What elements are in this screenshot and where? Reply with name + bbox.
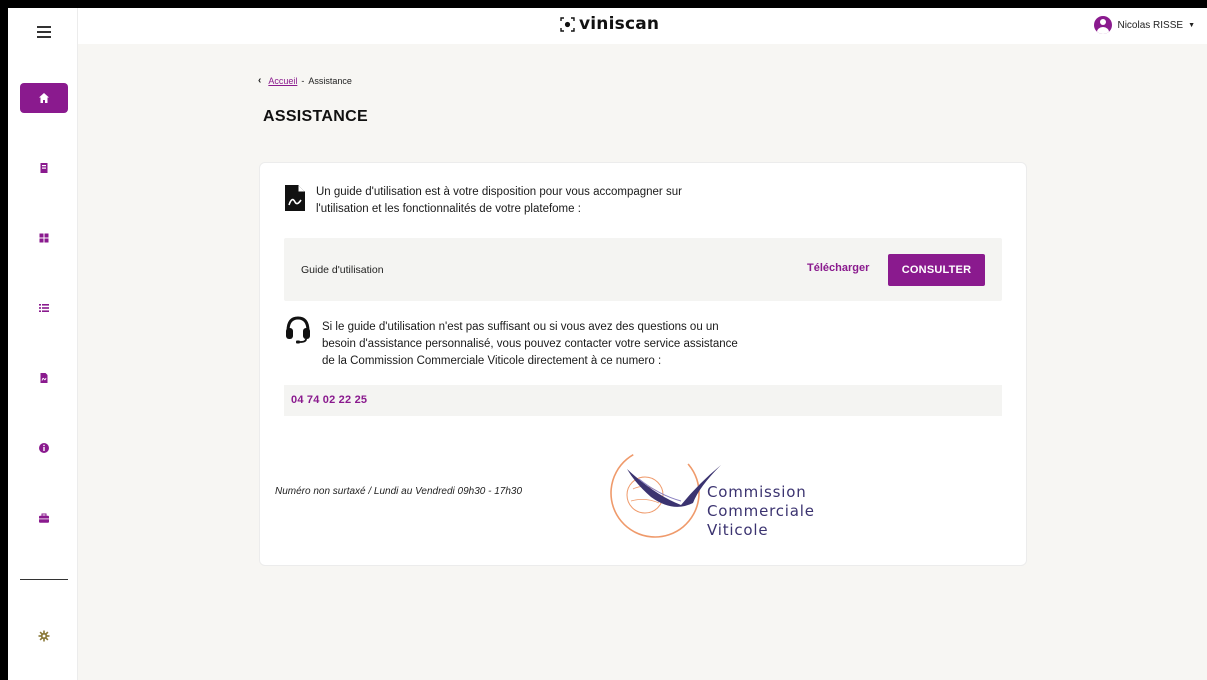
breadcrumb-separator: -	[301, 75, 305, 86]
opening-hours: Numéro non surtaxé / Lundi au Vendredi 0…	[275, 486, 523, 497]
guide-row: Guide d'utilisation Télécharger CONSULTE…	[284, 238, 1002, 301]
assistance-card: Un guide d'utilisation est à votre dispo…	[259, 162, 1027, 566]
guide-label: Guide d'utilisation	[301, 264, 384, 276]
ccv-logo: Commission Commerciale Viticole	[610, 448, 815, 539]
app-frame: viniscan Nicolas RISSE ▼ ‹ Accueil - Ass…	[8, 8, 1207, 680]
sidebar-item-assistance[interactable]	[20, 503, 68, 533]
list-icon	[39, 304, 49, 312]
breadcrumb: ‹ Accueil - Assistance	[258, 75, 352, 86]
brand-name: viniscan	[579, 14, 660, 34]
page-title: ASSISTANCE	[263, 108, 368, 125]
sidebar-divider	[20, 579, 68, 580]
sidebar-item-dashboard[interactable]	[20, 223, 68, 253]
logo-line-1: Commission	[707, 483, 807, 501]
info-icon	[39, 443, 49, 453]
breadcrumb-home-link[interactable]: Accueil	[268, 76, 297, 86]
intro-text: Un guide d'utilisation est à votre dispo…	[316, 184, 786, 218]
help-line-1: Si le guide d'utilisation n'est pas suff…	[322, 321, 719, 333]
sidebar-item-documents[interactable]	[20, 363, 68, 393]
sidebar-item-home[interactable]	[20, 83, 68, 113]
sidebar	[8, 8, 78, 680]
phone-row: 04 74 02 22 25	[284, 385, 1002, 416]
sidebar-item-list[interactable]	[20, 293, 68, 323]
avatar-icon	[1094, 16, 1113, 34]
guide-intro: Un guide d'utilisation est à votre dispo…	[284, 184, 786, 218]
brand-logo[interactable]: viniscan	[560, 14, 659, 34]
phone-number[interactable]: 04 74 02 22 25	[291, 394, 367, 406]
breadcrumb-current: Assistance	[308, 75, 352, 86]
hamburger-icon[interactable]	[37, 26, 51, 38]
user-menu[interactable]: Nicolas RISSE ▼	[1094, 16, 1195, 34]
logo-line-3: Viticole	[707, 521, 768, 539]
help-line-3: de la Commission Commerciale Viticole di…	[322, 355, 662, 367]
bookmark-icon	[40, 163, 48, 173]
grid-icon	[39, 233, 49, 243]
sidebar-item-settings[interactable]	[20, 621, 68, 651]
download-link[interactable]: Télécharger	[807, 262, 869, 274]
help-intro: Si le guide d'utilisation n'est pas suff…	[284, 314, 832, 370]
user-name: Nicolas RISSE	[1117, 19, 1184, 31]
gear-icon	[38, 630, 50, 642]
caret-down-icon: ▼	[1188, 21, 1195, 29]
sidebar-item-bookmarks[interactable]	[20, 153, 68, 183]
consult-button[interactable]: CONSULTER	[888, 254, 985, 286]
top-bar: viniscan Nicolas RISSE ▼	[78, 8, 1207, 44]
intro-line-1: Un guide d'utilisation est à votre dispo…	[316, 186, 682, 198]
pdf-file-icon	[40, 373, 48, 383]
chevron-left-icon[interactable]: ‹	[258, 75, 261, 86]
intro-line-2: l'utilisation et les fonctionnalités de …	[316, 203, 581, 215]
help-text: Si le guide d'utilisation n'est pas suff…	[322, 319, 832, 370]
help-line-2: besoin d'assistance personnalisé, vous p…	[322, 338, 738, 350]
sidebar-item-info[interactable]	[20, 433, 68, 463]
headset-icon	[286, 316, 310, 344]
briefcase-icon	[39, 513, 49, 523]
home-icon	[39, 93, 49, 103]
logo-line-2: Commerciale	[707, 502, 815, 520]
pdf-document-icon	[285, 185, 305, 211]
viniscan-logo-icon	[560, 16, 575, 32]
